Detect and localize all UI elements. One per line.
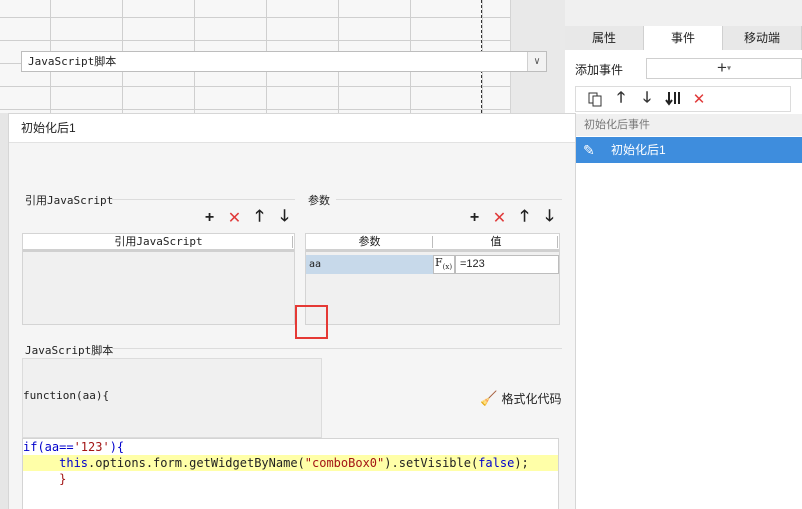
code-token: if bbox=[23, 440, 38, 454]
code-token: .options.form.getWidgetByName( bbox=[88, 456, 305, 470]
param-column-header: 参数 bbox=[358, 235, 381, 248]
dialog-title: 初始化后1 bbox=[9, 114, 575, 143]
script-type-select[interactable]: JavaScript脚本 ∨ bbox=[21, 51, 547, 72]
function-signature: function(aa){ bbox=[23, 389, 110, 402]
delete-icon[interactable]: ✕ bbox=[686, 88, 712, 110]
edit-pen-icon: ✎ bbox=[583, 142, 595, 158]
add-icon: + bbox=[717, 58, 727, 77]
delete-icon[interactable]: ✕ bbox=[487, 208, 512, 228]
ref-js-section-label: 引用JavaScript bbox=[25, 194, 114, 207]
param-toolbar: + ✕ 🡑 🡓 bbox=[462, 208, 562, 228]
down-arrow-icon[interactable]: 🡓 bbox=[634, 88, 660, 110]
code-token: false bbox=[478, 456, 515, 470]
dropdown-arrow-icon[interactable]: ∨ bbox=[527, 52, 546, 71]
param-section-label: 参数 bbox=[308, 194, 330, 207]
divider bbox=[112, 199, 295, 200]
code-line-2: this.options.form.getWidgetByName("combo… bbox=[23, 455, 558, 471]
chevron-down-icon: ▾ bbox=[726, 63, 731, 73]
properties-panel: 属性 事件 移动端 添加事件 +▾ 🡑 🡓 ✕ 初始化后事件 ✎ 初始化后1 bbox=[565, 0, 802, 509]
tab-properties[interactable]: 属性 bbox=[565, 26, 644, 50]
add-event-row: 添加事件 +▾ bbox=[575, 58, 802, 80]
ref-js-column-header: 引用JavaScript bbox=[114, 235, 203, 248]
script-section-label: JavaScript脚本 bbox=[25, 344, 114, 357]
ref-js-toolbar: + ✕ 🡑 🡓 bbox=[197, 208, 297, 228]
ref-js-table-header: 引用JavaScript bbox=[23, 234, 294, 252]
column-separator bbox=[557, 236, 558, 248]
param-value-input[interactable]: =123 bbox=[455, 255, 559, 274]
script-type-value: JavaScript脚本 bbox=[28, 55, 117, 68]
panel-tabs: 属性 事件 移动端 bbox=[565, 26, 802, 50]
code-line-1: if(aa=='123'){ bbox=[23, 439, 124, 455]
event-toolbar: 🡑 🡓 ✕ bbox=[575, 86, 791, 112]
add-icon[interactable]: + bbox=[197, 208, 222, 228]
highlight-marker bbox=[295, 305, 328, 339]
param-table[interactable]: 参数 值 aa F(x) =123 bbox=[305, 233, 560, 325]
up-arrow-icon[interactable]: 🡑 bbox=[247, 208, 272, 228]
add-event-label: 添加事件 bbox=[575, 63, 624, 77]
down-arrow-icon[interactable]: 🡓 bbox=[272, 208, 297, 228]
broom-icon: 🧹 bbox=[480, 390, 498, 406]
format-code-label: 格式化代码 bbox=[501, 392, 562, 406]
add-icon[interactable]: + bbox=[462, 208, 487, 228]
code-token: this bbox=[59, 456, 89, 470]
column-separator bbox=[292, 236, 293, 248]
event-list-item[interactable]: ✎ 初始化后1 bbox=[575, 137, 802, 163]
function-signature-box: function(aa){ bbox=[22, 358, 322, 438]
divider bbox=[112, 348, 562, 349]
delete-icon[interactable]: ✕ bbox=[222, 208, 247, 228]
down-arrow-icon[interactable]: 🡓 bbox=[537, 208, 562, 228]
move-bottom-icon[interactable] bbox=[660, 88, 686, 110]
code-editor[interactable]: if(aa=='123'){ this.options.form.getWidg… bbox=[22, 438, 559, 509]
up-arrow-icon[interactable]: 🡑 bbox=[608, 88, 634, 110]
tab-events[interactable]: 事件 bbox=[644, 26, 723, 50]
code-token: ).setVisible( bbox=[384, 456, 479, 470]
paste-icon[interactable] bbox=[582, 88, 608, 110]
code-token: "comboBox0" bbox=[304, 456, 385, 470]
value-column-header: 值 bbox=[490, 235, 502, 248]
formula-letter: F bbox=[435, 256, 443, 269]
tab-mobile[interactable]: 移动端 bbox=[723, 26, 802, 50]
formula-icon[interactable]: F(x) bbox=[433, 255, 455, 274]
format-code-button[interactable]: 🧹 格式化代码 bbox=[480, 390, 561, 407]
event-item-label: 初始化后1 bbox=[611, 143, 666, 157]
up-arrow-icon[interactable]: 🡑 bbox=[512, 208, 537, 228]
divider bbox=[336, 199, 562, 200]
param-name-cell[interactable]: aa bbox=[306, 255, 433, 274]
code-token: ); bbox=[514, 456, 529, 470]
code-line-3: } bbox=[23, 471, 66, 487]
add-event-button[interactable]: +▾ bbox=[646, 58, 802, 79]
param-table-header: 参数 值 bbox=[306, 234, 559, 252]
panel-header-bar bbox=[565, 0, 802, 26]
code-token: (aa== bbox=[37, 440, 74, 454]
ref-js-table[interactable]: 引用JavaScript bbox=[22, 233, 295, 325]
code-token: '123' bbox=[73, 440, 110, 454]
code-token: ){ bbox=[109, 440, 125, 454]
formula-sub: (x) bbox=[442, 263, 453, 272]
event-section-header: 初始化后事件 bbox=[575, 114, 802, 136]
code-token: } bbox=[59, 472, 67, 486]
